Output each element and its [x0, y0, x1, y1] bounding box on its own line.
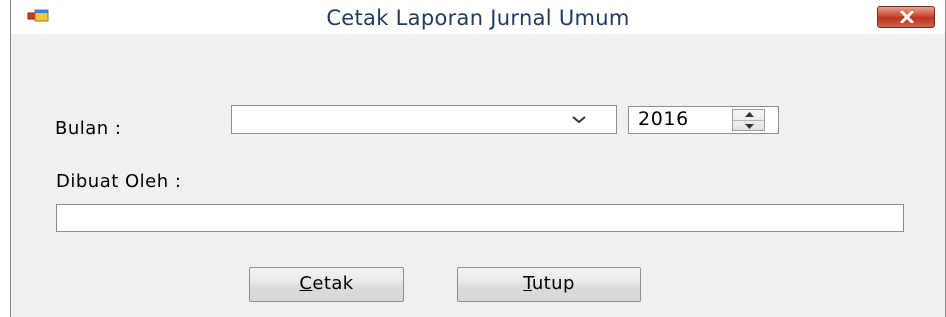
close-icon	[900, 11, 914, 23]
year-value[interactable]: 2016	[638, 108, 689, 130]
spin-up-arrow-icon[interactable]	[745, 112, 754, 118]
spin-down-arrow-icon[interactable]	[745, 123, 754, 129]
title-bar[interactable]: Cetak Laporan Jurnal Umum	[11, 0, 945, 34]
year-spinner[interactable]: 2016	[628, 106, 779, 134]
close-button[interactable]	[877, 6, 935, 28]
dibuat-oleh-label: Dibuat Oleh :	[56, 171, 182, 192]
spin-divider	[733, 120, 764, 121]
tutup-button[interactable]: Tutup	[457, 267, 641, 302]
window-title: Cetak Laporan Jurnal Umum	[326, 6, 630, 30]
cetak-button[interactable]: Cetak	[249, 267, 404, 302]
cetak-laporan-window: Cetak Laporan Jurnal Umum Bulan : 2016 D…	[10, 0, 946, 317]
month-dropdown[interactable]	[231, 105, 617, 134]
bulan-label: Bulan :	[55, 118, 122, 139]
chevron-down-icon	[572, 116, 586, 124]
dibuat-oleh-input[interactable]	[56, 204, 904, 232]
year-spin-buttons[interactable]	[732, 109, 765, 131]
